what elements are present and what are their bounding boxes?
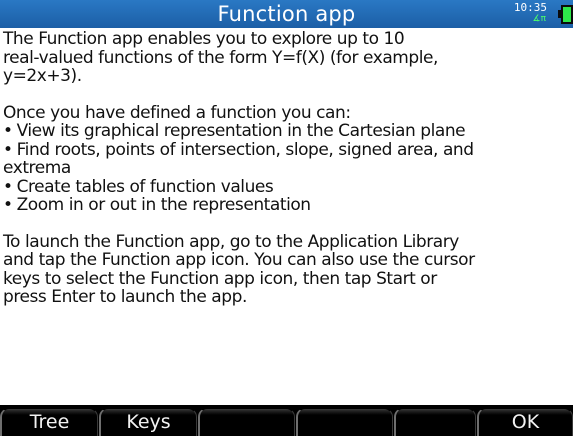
help-paragraph-launch: To launch the Function app, go to the Ap… <box>3 231 475 307</box>
list-item: Zoom in or out in the representation <box>3 196 573 215</box>
blank-softkey-3[interactable] <box>198 408 295 436</box>
app-title: Function app <box>217 2 356 26</box>
list-item: View its graphical representation in the… <box>3 122 573 141</box>
help-list-intro: Once you have defined a function you can… <box>3 102 351 123</box>
ok-softkey[interactable]: OK <box>477 408 573 436</box>
help-paragraph-intro: The Function app enables you to explore … <box>3 29 438 86</box>
keys-softkey[interactable]: Keys <box>99 408 197 436</box>
angle-mode-indicator: ∡π <box>532 14 547 24</box>
help-text: The Function app enables you to explore … <box>3 30 573 325</box>
list-item: Create tables of function values <box>3 177 573 197</box>
tree-softkey[interactable]: Tree <box>0 408 98 436</box>
battery-icon <box>561 5 573 24</box>
title-bar: Function app 10:35 ∡π <box>0 0 573 28</box>
clock: 10:35 <box>513 1 547 14</box>
list-item: Find roots, points of intersection, slop… <box>3 140 573 178</box>
blank-softkey-4[interactable] <box>296 408 393 436</box>
help-feature-list: View its graphical representation in the… <box>3 122 573 215</box>
softkey-bar: Tree Keys OK <box>0 405 573 436</box>
blank-softkey-5[interactable] <box>394 408 476 436</box>
